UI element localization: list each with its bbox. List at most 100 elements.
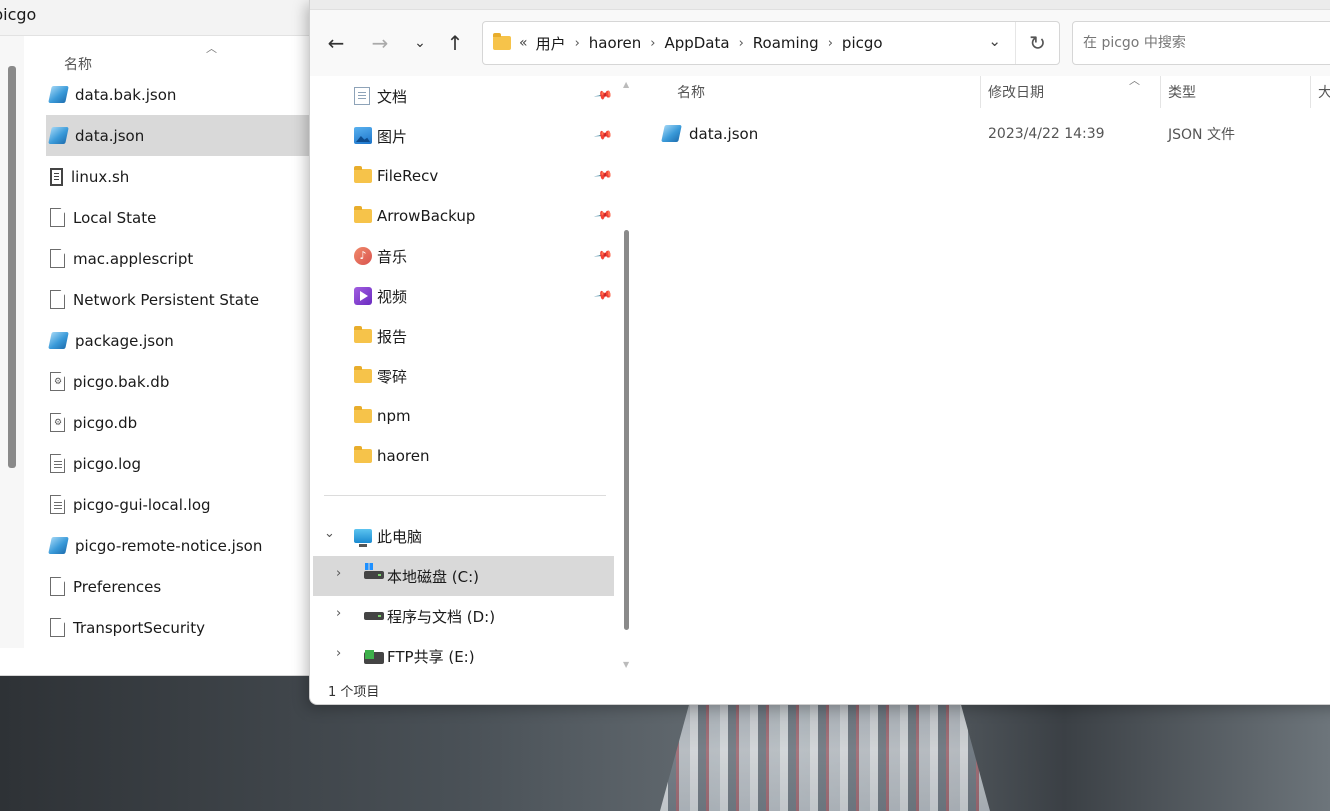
folder-icon: [493, 33, 511, 50]
column-divider[interactable]: [1160, 76, 1161, 108]
up-button[interactable]: ↑: [441, 30, 469, 56]
nav-item-documents[interactable]: 文档 📌: [310, 76, 620, 116]
back-button[interactable]: ←: [322, 30, 350, 56]
chevron-right-icon[interactable]: ›: [336, 606, 341, 621]
list-item[interactable]: TransportSecurity: [46, 607, 320, 648]
json-file-icon: [661, 125, 682, 142]
scroll-up-icon[interactable]: ▲: [623, 80, 629, 89]
list-item[interactable]: package.json: [46, 320, 320, 361]
nav-item-drive-c[interactable]: › 本地磁盘 (C:): [313, 556, 614, 596]
search-box[interactable]: [1072, 21, 1330, 65]
json-file-icon: [48, 127, 69, 144]
list-item[interactable]: Network Persistent State: [46, 279, 320, 320]
nav-item-npm[interactable]: npm: [310, 396, 620, 436]
breadcrumb-item[interactable]: AppData: [664, 34, 729, 52]
list-item[interactable]: Preferences: [46, 566, 320, 607]
window-title-strip[interactable]: [310, 0, 1330, 10]
column-divider[interactable]: [1310, 76, 1311, 108]
navigation-toolbar: ← → ⌄ ↑ « 用户 › haoren › AppData › Roamin…: [310, 10, 1330, 76]
json-file-icon: [48, 86, 69, 103]
scroll-down-icon[interactable]: ▼: [623, 660, 629, 669]
list-item[interactable]: picgo.db: [46, 402, 320, 443]
breadcrumb-item[interactable]: haoren: [589, 34, 641, 52]
breadcrumb-separator[interactable]: ›: [828, 36, 833, 51]
list-item[interactable]: data.json: [46, 115, 320, 156]
chevron-right-icon[interactable]: ›: [336, 646, 341, 661]
column-header-name[interactable]: 名称: [677, 76, 705, 108]
chevron-right-icon[interactable]: ›: [336, 566, 341, 581]
refresh-icon[interactable]: ↻: [1015, 22, 1059, 64]
nav-item-haoren[interactable]: haoren: [310, 436, 620, 476]
nav-item-videos[interactable]: 视频 📌: [310, 276, 620, 316]
list-item[interactable]: linux.sh: [46, 156, 320, 197]
json-file-icon: [48, 332, 69, 349]
breadcrumb-item[interactable]: Roaming: [753, 34, 819, 52]
nav-item-music[interactable]: ♪ 音乐 📌: [310, 236, 620, 276]
breadcrumb-separator[interactable]: ›: [650, 36, 655, 51]
windows-drive-icon: [364, 563, 384, 579]
chevron-down-icon[interactable]: ⌄: [324, 526, 335, 541]
scrollbar-thumb[interactable]: [624, 230, 629, 630]
breadcrumb-separator[interactable]: ›: [575, 36, 580, 51]
background-explorer-window[interactable]: picgo ︿ 名称 data.bak.json data.json linux…: [0, 0, 320, 676]
nav-item-filerecv[interactable]: FileRecv 📌: [310, 156, 620, 196]
address-dropdown-icon[interactable]: ⌄: [988, 32, 1001, 50]
list-item[interactable]: picgo.log: [46, 443, 320, 484]
file-icon: [50, 290, 65, 309]
forward-arrow-icon: →: [371, 31, 389, 55]
pin-icon[interactable]: 📌: [593, 245, 613, 265]
nav-item-misc[interactable]: 零碎: [310, 356, 620, 396]
list-item[interactable]: picgo.bak.db: [46, 361, 320, 402]
column-header-size[interactable]: 大: [1318, 76, 1330, 108]
file-list-pane: ︿ 名称 修改日期 类型 大 data.json 2023/4/22 14:39…: [637, 74, 1330, 676]
nav-item-arrowbackup[interactable]: ArrowBackup 📌: [310, 196, 620, 236]
text-file-icon: [50, 454, 65, 473]
videos-icon: [354, 287, 372, 305]
pin-icon[interactable]: 📌: [593, 285, 613, 305]
json-file-icon: [48, 537, 69, 554]
nav-item-drive-e[interactable]: › FTP共享 (E:): [310, 636, 620, 676]
list-item[interactable]: picgo-gui-local.log: [46, 484, 320, 525]
nav-item-pictures[interactable]: 图片 📌: [310, 116, 620, 156]
sort-ascending-icon: ︿: [206, 42, 217, 55]
back-arrow-icon: ←: [327, 31, 345, 55]
file-icon: [50, 577, 65, 596]
breadcrumb-separator[interactable]: ›: [739, 36, 744, 51]
nav-scrollbar[interactable]: ▲ ▼: [620, 76, 636, 676]
pin-icon[interactable]: 📌: [593, 205, 613, 225]
list-item[interactable]: mac.applescript: [46, 238, 320, 279]
nav-item-this-pc[interactable]: ⌄ 此电脑: [310, 516, 620, 556]
breadcrumb-overflow[interactable]: «: [519, 35, 528, 51]
background-window-title[interactable]: picgo: [0, 0, 320, 36]
breadcrumb-item[interactable]: 用户: [536, 33, 566, 54]
text-file-icon: [50, 495, 65, 514]
drive-icon: [364, 612, 384, 620]
pin-icon[interactable]: 📌: [593, 165, 613, 185]
column-header-type[interactable]: 类型: [1168, 76, 1196, 108]
nav-item-reports[interactable]: 报告: [310, 316, 620, 356]
list-item[interactable]: picgo-remote-notice.json: [46, 525, 320, 566]
forward-button[interactable]: →: [366, 30, 394, 56]
sort-ascending-icon: ︿: [1129, 74, 1140, 87]
address-bar[interactable]: « 用户 › haoren › AppData › Roaming › picg…: [482, 21, 1060, 65]
background-scrollbar[interactable]: [8, 66, 16, 468]
column-divider[interactable]: [980, 76, 981, 108]
pictures-icon: [354, 127, 372, 144]
table-row[interactable]: data.json 2023/4/22 14:39 JSON 文件: [649, 114, 1330, 154]
search-input[interactable]: [1073, 22, 1330, 64]
list-item[interactable]: data.bak.json: [46, 74, 320, 115]
breadcrumb-item[interactable]: picgo: [842, 34, 883, 52]
background-column-name[interactable]: 名称: [64, 54, 92, 74]
pin-icon[interactable]: 📌: [593, 125, 613, 145]
list-item[interactable]: Local State: [46, 197, 320, 238]
column-header-modified[interactable]: 修改日期: [988, 76, 1044, 108]
network-drive-icon: [364, 650, 384, 664]
folder-icon: [354, 206, 372, 223]
nav-divider: [324, 495, 606, 496]
pin-icon[interactable]: 📌: [593, 85, 613, 105]
file-icon: [50, 618, 65, 637]
explorer-window[interactable]: ← → ⌄ ↑ « 用户 › haoren › AppData › Roamin…: [309, 0, 1330, 705]
chevron-down-icon: ⌄: [414, 35, 426, 51]
nav-item-drive-d[interactable]: › 程序与文档 (D:): [310, 596, 620, 636]
recent-locations-button[interactable]: ⌄: [406, 30, 434, 56]
